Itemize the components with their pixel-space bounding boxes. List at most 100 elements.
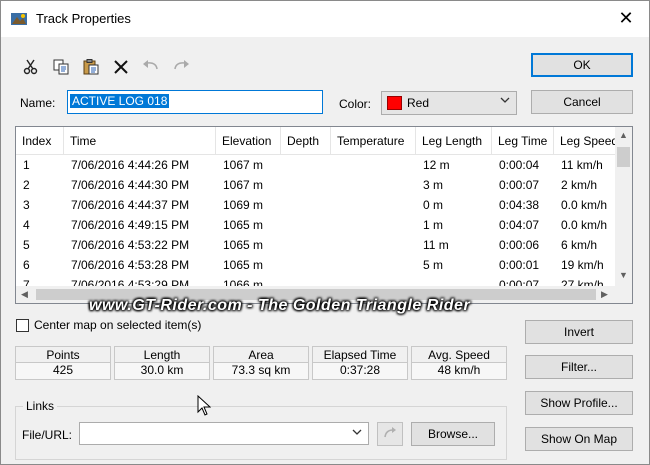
column-header-leg-time[interactable]: Leg Time — [492, 127, 554, 155]
table-row[interactable]: 2 7/06/2016 4:44:30 PM 1067 m 3 m 0:00:0… — [16, 175, 616, 195]
table-row[interactable]: 1 7/06/2016 4:44:26 PM 1067 m 12 m 0:00:… — [16, 155, 616, 175]
name-label: Name: — [20, 96, 56, 110]
browse-button[interactable]: Browse... — [411, 422, 495, 446]
cell-leg-length: 3 m — [423, 178, 444, 192]
cut-icon[interactable] — [21, 57, 41, 77]
column-header-leg-length[interactable]: Leg Length — [416, 127, 492, 155]
name-input[interactable]: ACTIVE LOG 018 — [67, 90, 323, 114]
cell-elevation: 1065 m — [223, 258, 264, 272]
chevron-down-icon — [500, 95, 510, 108]
stat-elapsed-time: Elapsed Time 0:37:28 — [312, 346, 408, 382]
stat-value: 425 — [15, 363, 111, 380]
close-icon[interactable]: ✕ — [615, 7, 637, 29]
color-select[interactable]: Red — [381, 91, 517, 115]
center-map-label: Center map on selected item(s) — [34, 318, 202, 332]
paste-icon[interactable] — [81, 57, 101, 77]
watermark-text: www.GT-Rider.com - The Golden Triangle R… — [89, 297, 471, 314]
vertical-scrollbar[interactable]: ▲ ▼ — [615, 127, 632, 287]
cell-time: 7/06/2016 4:44:26 PM — [71, 158, 190, 172]
cell-index: 5 — [23, 238, 30, 252]
filter-button[interactable]: Filter... — [525, 355, 633, 379]
column-header-time[interactable]: Time — [64, 127, 216, 155]
cell-time: 7/06/2016 4:44:37 PM — [71, 198, 190, 212]
show-on-map-button[interactable]: Show On Map — [525, 427, 633, 451]
cell-leg-speed: 6 km/h — [561, 238, 598, 252]
vertical-scroll-thumb[interactable] — [617, 147, 630, 167]
cell-leg-length: 11 m — [423, 238, 449, 252]
track-statistics: Points 425 Length 30.0 km Area 73.3 sq k… — [15, 346, 507, 382]
cell-time: 7/06/2016 4:44:30 PM — [71, 178, 190, 192]
stat-label: Points — [15, 346, 111, 363]
cell-elevation: 1067 m — [223, 158, 264, 172]
cell-elevation: 1067 m — [223, 178, 264, 192]
cell-index: 1 — [23, 158, 30, 172]
cell-leg-time: 0:00:01 — [499, 258, 540, 272]
cancel-button[interactable]: Cancel — [531, 90, 633, 114]
links-group-title: Links — [23, 399, 58, 413]
cell-leg-speed: 19 km/h — [561, 258, 604, 272]
cell-elevation: 1065 m — [223, 238, 264, 252]
cell-leg-length: 1 m — [423, 218, 444, 232]
column-header-depth[interactable]: Depth — [281, 127, 331, 155]
title-bar: Track Properties ✕ — [1, 1, 649, 37]
stat-label: Length — [114, 346, 210, 363]
file-url-label: File/URL: — [22, 428, 73, 442]
table-row[interactable]: 6 7/06/2016 4:53:28 PM 1065 m 5 m 0:00:0… — [16, 255, 616, 275]
redo-icon — [171, 57, 191, 77]
table-row[interactable]: 3 7/06/2016 4:44:37 PM 1069 m 0 m 0:04:3… — [16, 195, 616, 215]
scroll-left-icon[interactable]: ◀ — [16, 286, 33, 303]
track-properties-dialog: Track Properties ✕ OK Cancel Name: ACTIV… — [0, 0, 650, 465]
cell-leg-speed: 11 km/h — [561, 158, 603, 172]
cell-index: 2 — [23, 178, 30, 192]
ok-button[interactable]: OK — [531, 53, 633, 77]
cell-elevation: 1065 m — [223, 218, 264, 232]
delete-icon[interactable] — [111, 57, 131, 77]
center-map-checkbox[interactable] — [16, 319, 29, 332]
stat-value: 30.0 km — [114, 363, 210, 380]
stat-label: Avg. Speed — [411, 346, 507, 363]
table-row[interactable]: 4 7/06/2016 4:49:15 PM 1065 m 1 m 0:04:0… — [16, 215, 616, 235]
cell-index: 4 — [23, 218, 30, 232]
cell-time: 7/06/2016 4:49:15 PM — [71, 218, 190, 232]
stat-points: Points 425 — [15, 346, 111, 382]
scroll-down-icon[interactable]: ▼ — [615, 267, 632, 284]
cell-leg-speed: 0.0 km/h — [561, 218, 608, 232]
window-title: Track Properties — [36, 11, 131, 26]
cell-leg-time: 0:00:06 — [499, 238, 540, 252]
invert-button[interactable]: Invert — [525, 320, 633, 344]
color-swatch — [387, 96, 402, 110]
mouse-cursor-icon — [197, 394, 212, 420]
stat-value: 0:37:28 — [312, 363, 408, 380]
cell-leg-time: 0:00:04 — [499, 158, 540, 172]
cell-leg-length: 0 m — [423, 198, 444, 212]
column-header-elevation[interactable]: Elevation — [216, 127, 281, 155]
column-header-leg-speed[interactable]: Leg Speed — [554, 127, 616, 155]
color-value: Red — [407, 96, 430, 110]
arrow-icon — [383, 426, 397, 442]
cell-leg-speed: 0.0 km/h — [561, 198, 608, 212]
stat-length: Length 30.0 km — [114, 346, 210, 382]
scroll-right-icon[interactable]: ▶ — [596, 286, 613, 303]
open-link-button — [377, 422, 403, 446]
stat-label: Area — [213, 346, 309, 363]
copy-icon[interactable] — [51, 57, 71, 77]
scroll-up-icon[interactable]: ▲ — [615, 127, 632, 144]
cell-leg-speed: 2 km/h — [561, 178, 598, 192]
list-rows: 1 7/06/2016 4:44:26 PM 1067 m 12 m 0:00:… — [16, 155, 616, 295]
undo-icon — [141, 57, 161, 77]
show-profile-button[interactable]: Show Profile... — [525, 391, 633, 415]
file-url-combobox[interactable] — [79, 422, 369, 445]
color-label: Color: — [339, 97, 372, 111]
column-header-temperature[interactable]: Temperature — [331, 127, 416, 155]
chevron-down-icon[interactable] — [352, 427, 362, 440]
cell-leg-length: 12 m — [423, 158, 450, 172]
cell-index: 3 — [23, 198, 30, 212]
cell-index: 6 — [23, 258, 30, 272]
stat-area: Area 73.3 sq km — [213, 346, 309, 382]
column-header-index[interactable]: Index — [16, 127, 64, 155]
stat-label: Elapsed Time — [312, 346, 408, 363]
table-row[interactable]: 5 7/06/2016 4:53:22 PM 1065 m 11 m 0:00:… — [16, 235, 616, 255]
stat-avg-speed: Avg. Speed 48 km/h — [411, 346, 507, 382]
track-points-list[interactable]: Index Time Elevation Depth Temperature L… — [15, 126, 633, 304]
cell-elevation: 1069 m — [223, 198, 264, 212]
